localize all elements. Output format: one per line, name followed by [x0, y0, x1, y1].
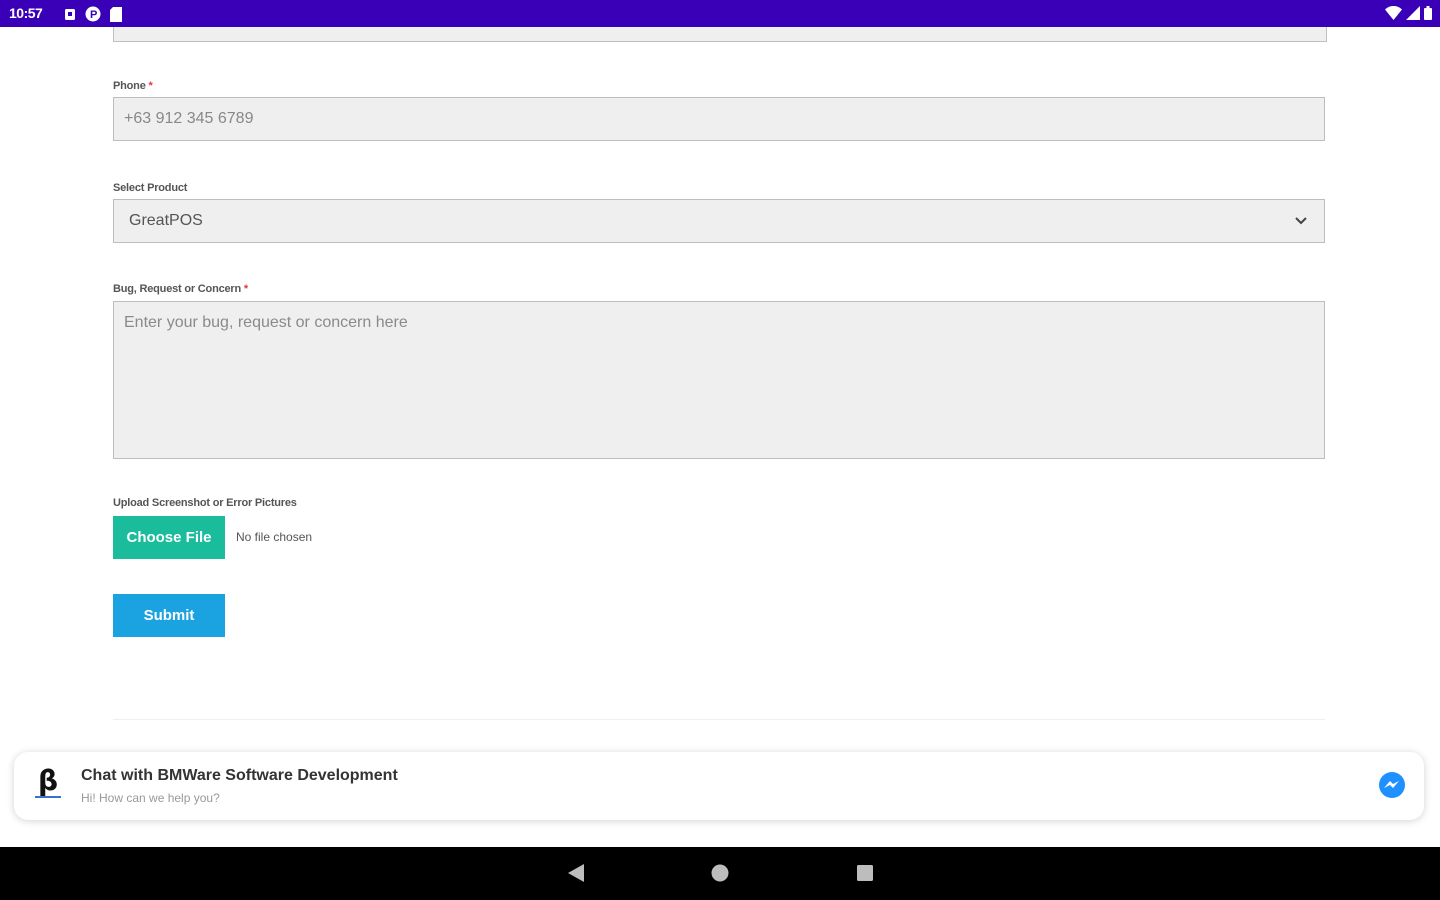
section-divider	[113, 719, 1325, 720]
concern-placeholder: Enter your bug, request or concern here	[124, 314, 408, 331]
support-form-page: Phone * +63 912 345 6789 Select Product …	[0, 27, 1440, 847]
chat-widget[interactable]: β Chat with BMWare Software Development …	[14, 752, 1424, 820]
concern-label: Bug, Request or Concern *	[113, 283, 248, 295]
cell-signal-icon	[1406, 6, 1420, 20]
phone-input-value: +63 912 345 6789	[124, 110, 254, 127]
status-system-icons	[1385, 6, 1432, 20]
chevron-down-icon	[1295, 217, 1307, 225]
chat-subtitle: Hi! How can we help you?	[81, 791, 220, 805]
phone-label-text: Phone	[113, 80, 146, 92]
product-selected-value: GreatPOS	[129, 212, 203, 229]
product-select[interactable]: GreatPOS	[113, 199, 1325, 243]
wifi-icon	[1385, 6, 1402, 20]
status-notification-icons: P	[64, 6, 122, 22]
battery-icon	[1424, 6, 1432, 20]
home-icon[interactable]	[710, 863, 730, 883]
recents-icon[interactable]	[855, 863, 875, 883]
concern-textarea[interactable]: Enter your bug, request or concern here	[113, 301, 1325, 459]
required-mark: *	[243, 283, 248, 295]
system-nav-bar	[0, 847, 1440, 900]
upload-label: Upload Screenshot or Error Pictures	[113, 497, 297, 509]
previous-field-input[interactable]	[113, 27, 1327, 42]
phone-input[interactable]: +63 912 345 6789	[113, 97, 1325, 141]
file-status-text: No file chosen	[236, 530, 313, 544]
product-label: Select Product	[113, 182, 188, 194]
svg-text:P: P	[90, 9, 97, 21]
phone-label: Phone *	[113, 80, 153, 92]
chat-title: Chat with BMWare Software Development	[81, 767, 398, 784]
status-bar: 10:57 P	[0, 0, 1440, 27]
choose-file-button[interactable]: Choose File	[113, 516, 225, 559]
sd-card-icon	[110, 6, 122, 22]
concern-label-text: Bug, Request or Concern	[113, 283, 242, 295]
bmware-logo-icon: β	[32, 764, 64, 804]
notification-square-icon	[65, 8, 75, 20]
notification-p-icon: P	[85, 6, 101, 22]
messenger-icon[interactable]	[1378, 771, 1406, 799]
status-time: 10:57	[9, 5, 43, 21]
svg-text:β: β	[38, 764, 58, 797]
submit-button[interactable]: Submit	[113, 594, 225, 637]
back-icon[interactable]	[566, 863, 586, 883]
required-mark: *	[148, 80, 153, 92]
